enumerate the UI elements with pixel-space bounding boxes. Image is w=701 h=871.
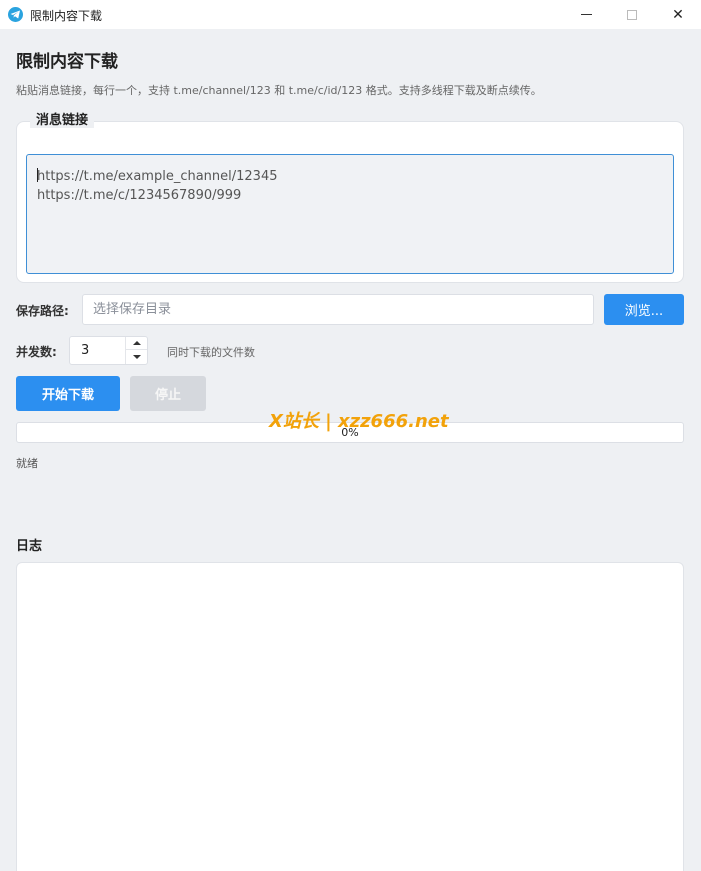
page-title: 限制内容下载 <box>16 52 118 72</box>
concurrency-spinbox[interactable]: 3 <box>69 336 148 365</box>
maximize-button[interactable] <box>609 0 655 29</box>
concurrency-label: 并发数: <box>16 345 57 359</box>
page-description: 粘贴消息链接，每行一个，支持 t.me/channel/123 和 t.me/c… <box>16 84 542 97</box>
spin-down-button[interactable] <box>126 350 147 363</box>
start-download-button[interactable]: 开始下载 <box>16 376 120 411</box>
window-title: 限制内容下载 <box>30 9 103 23</box>
log-label: 日志 <box>16 539 43 554</box>
maximize-icon <box>627 9 637 20</box>
close-button[interactable]: ✕ <box>655 0 701 29</box>
watermark: X站长 | xzz666.net <box>269 411 449 432</box>
spin-up-button[interactable] <box>126 337 147 350</box>
minimize-button[interactable] <box>563 0 609 29</box>
arrow-down-icon <box>132 354 141 359</box>
telegram-icon <box>8 7 23 22</box>
status-text: 就绪 <box>16 457 38 470</box>
links-text: https://t.me/example_channel/12345 https… <box>37 169 278 203</box>
links-group-title: 消息链接 <box>30 109 95 128</box>
concurrency-value: 3 <box>81 343 90 358</box>
stop-button[interactable]: 停止 <box>130 376 206 411</box>
app-window: 限制内容下载 ✕ 限制内容下载 粘贴消息链接，每行一个，支持 t.me/chan… <box>0 0 701 871</box>
arrow-up-icon <box>132 341 141 345</box>
title-bar: 限制内容下载 ✕ <box>0 0 701 29</box>
concurrency-hint: 同时下载的文件数 <box>167 346 255 359</box>
save-path-label: 保存路径: <box>16 304 69 318</box>
log-area[interactable] <box>16 562 684 871</box>
close-icon: ✕ <box>672 6 684 23</box>
links-textarea[interactable]: https://t.me/example_channel/12345 https… <box>26 154 674 274</box>
browse-button[interactable]: 浏览... <box>604 294 684 325</box>
minimize-icon <box>580 14 592 15</box>
save-path-input[interactable]: 选择保存目录 <box>82 294 594 325</box>
spin-buttons <box>125 337 147 364</box>
